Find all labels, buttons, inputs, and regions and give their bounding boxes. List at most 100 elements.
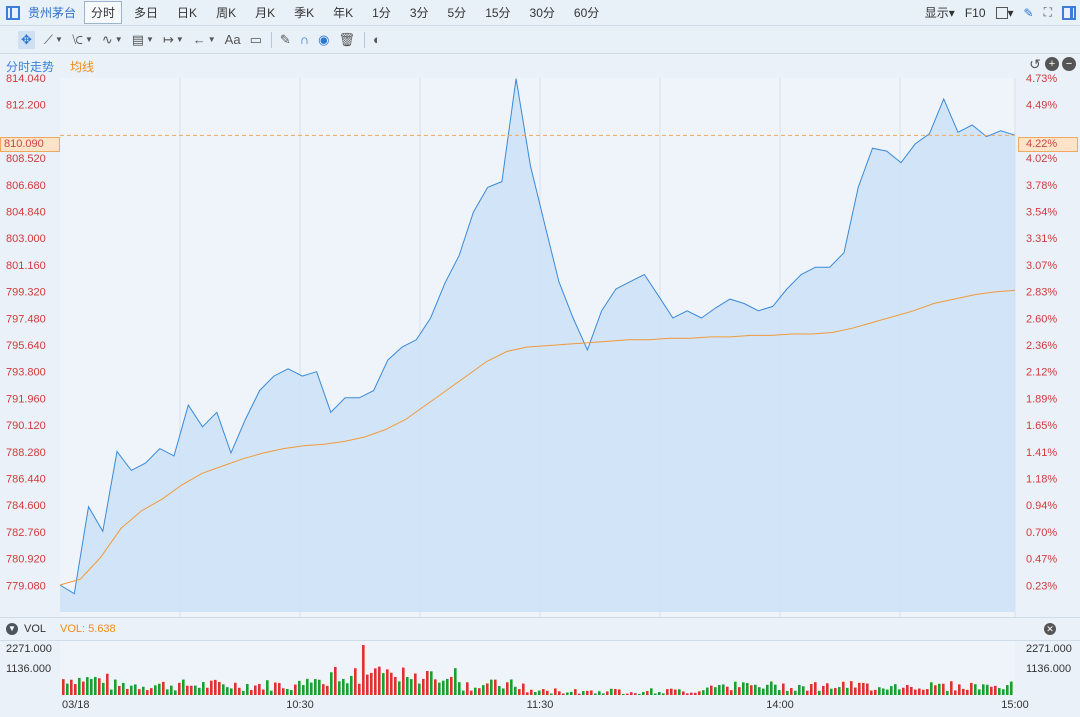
intraday-chart[interactable]: 814.040 812.200 808.520 806.680 804.840 803.0… xyxy=(0,0,1080,717)
volume-bar xyxy=(938,683,941,695)
volume-bar xyxy=(322,684,325,695)
volume-bar xyxy=(682,691,685,695)
volume-bar xyxy=(634,693,637,695)
volume-bar xyxy=(986,684,989,695)
volume-bar xyxy=(218,682,221,695)
volume-bar xyxy=(78,677,81,695)
time-tick-label: 11:30 xyxy=(527,699,554,711)
volume-bar xyxy=(442,680,445,695)
volume-bar xyxy=(546,690,549,695)
volume-bar xyxy=(942,683,945,695)
volume-bar xyxy=(878,687,881,695)
volume-bar xyxy=(486,683,489,695)
percent-tick-label: 0.70% xyxy=(1026,527,1057,539)
volume-bar xyxy=(626,693,629,695)
volume-bar xyxy=(402,667,405,695)
volume-header: ▼ VOL VOL: 5.638 ✕ xyxy=(0,617,1080,641)
volume-bar xyxy=(450,676,453,695)
volume-bar xyxy=(202,682,205,695)
volume-bar xyxy=(674,689,677,695)
volume-bar xyxy=(746,683,749,695)
volume-bar xyxy=(262,689,265,695)
volume-bar xyxy=(570,691,573,695)
volume-bar xyxy=(574,689,577,695)
volume-bar xyxy=(762,688,765,695)
volume-bar xyxy=(466,682,469,695)
percent-tick-label: 1.65% xyxy=(1026,420,1057,432)
volume-bar xyxy=(622,693,625,695)
volume-bar xyxy=(902,687,905,695)
volume-bar xyxy=(722,684,725,695)
volume-bar xyxy=(1006,685,1009,695)
volume-bar xyxy=(454,668,457,695)
volume-bar xyxy=(982,684,985,695)
volume-bar xyxy=(298,680,301,695)
volume-bar xyxy=(438,682,441,695)
volume-bar xyxy=(278,683,281,695)
percent-tick-label: 2.36% xyxy=(1026,340,1057,352)
volume-bar xyxy=(830,688,833,695)
volume-bar xyxy=(922,689,925,695)
price-tick-label: 814.040 xyxy=(6,73,46,85)
volume-bar xyxy=(738,687,741,695)
volume-bar xyxy=(102,682,105,695)
volume-bar xyxy=(874,689,877,695)
price-tick-label: 790.120 xyxy=(6,420,46,432)
percent-tick-label: 3.54% xyxy=(1026,207,1057,219)
volume-bar xyxy=(694,692,697,695)
volume-bar xyxy=(458,682,461,695)
volume-bar xyxy=(286,688,289,695)
volume-bar xyxy=(462,690,465,695)
close-icon[interactable]: ✕ xyxy=(1044,623,1056,635)
volume-bar xyxy=(550,693,553,695)
volume-bar xyxy=(962,688,965,695)
volume-bar xyxy=(754,684,757,695)
time-axis: 03/18 10:30 11:30 14:00 15:00 xyxy=(62,699,1029,711)
volume-bar xyxy=(790,688,793,695)
volume-bar xyxy=(990,686,993,695)
volume-bar xyxy=(618,689,621,695)
volume-bar xyxy=(946,690,949,695)
volume-bar xyxy=(354,668,357,695)
volume-bar xyxy=(502,688,505,695)
volume-bar xyxy=(422,678,425,695)
price-tick-label: 779.080 xyxy=(6,580,46,592)
volume-bar xyxy=(842,681,845,695)
volume-bar xyxy=(794,690,797,695)
volume-bar xyxy=(86,677,89,695)
volume-bar xyxy=(246,683,249,695)
volume-bar xyxy=(390,672,393,695)
volume-bar xyxy=(170,685,173,695)
volume-bar xyxy=(282,688,285,695)
volume-bar xyxy=(706,687,709,695)
price-tick-label: 795.640 xyxy=(6,340,46,352)
volume-bar xyxy=(846,687,849,695)
volume-bar xyxy=(234,682,237,695)
volume-bar xyxy=(562,693,565,695)
volume-bar xyxy=(394,676,397,695)
volume-bar xyxy=(214,679,217,695)
collapse-icon[interactable]: ▼ xyxy=(6,623,18,635)
volume-bar xyxy=(318,679,321,695)
percent-tick-label: 4.73% xyxy=(1026,73,1057,85)
volume-bar xyxy=(870,690,873,695)
volume-bar xyxy=(630,692,633,695)
percent-tick-label: 0.23% xyxy=(1026,580,1057,592)
volume-bar xyxy=(378,666,381,695)
volume-bar xyxy=(894,684,897,695)
percent-tick-label: 1.18% xyxy=(1026,474,1057,486)
price-tick-label: 803.000 xyxy=(6,233,46,245)
volume-bar xyxy=(522,683,525,695)
price-tick-label: 797.480 xyxy=(6,313,46,325)
volume-bar xyxy=(70,679,73,695)
volume-bar xyxy=(778,690,781,695)
volume-bar xyxy=(526,692,529,695)
volume-bar xyxy=(766,684,769,695)
volume-bar xyxy=(686,693,689,695)
volume-bar xyxy=(518,689,521,695)
volume-bar xyxy=(742,682,745,695)
price-tick-label: 793.800 xyxy=(6,367,46,379)
volume-bar xyxy=(950,681,953,695)
volume-bar xyxy=(578,693,581,695)
volume-bar xyxy=(434,679,437,695)
